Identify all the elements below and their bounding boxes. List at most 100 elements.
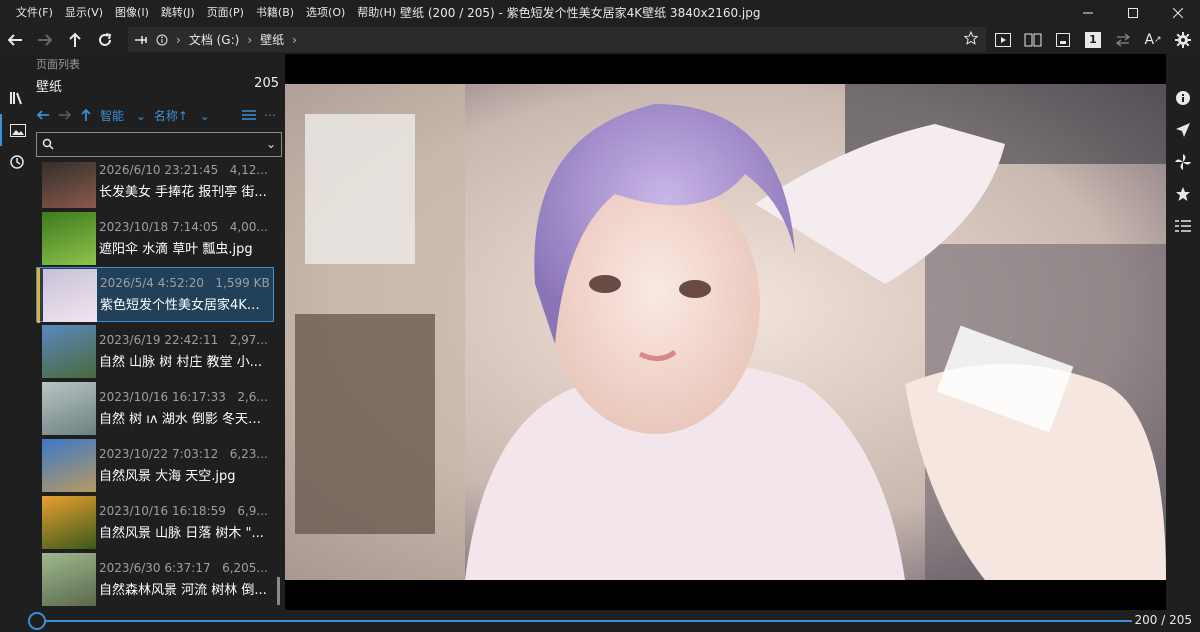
close-button[interactable]	[1155, 0, 1200, 26]
menu-options[interactable]: 选项(O)	[300, 0, 351, 26]
item-date: 2023/10/16 16:17:33 2,6...	[99, 390, 268, 404]
thumbnail	[42, 553, 96, 606]
panel-sort-dropdown[interactable]: 名称↑ ⌄	[154, 107, 210, 124]
item-date: 2026/5/4 4:52:20 1,599 KB	[100, 276, 270, 290]
item-date: 2023/6/30 6:37:17 6,205...	[99, 561, 268, 575]
list-view-icon[interactable]	[242, 110, 256, 120]
menu-view[interactable]: 显示(V)	[59, 0, 109, 26]
right-sidebar-rail	[1166, 54, 1200, 610]
settings-gear-icon[interactable]	[1168, 26, 1198, 54]
breadcrumb-folder[interactable]: 壁纸	[260, 31, 284, 48]
favorites-star-icon[interactable]	[1166, 178, 1200, 210]
back-button[interactable]	[0, 26, 30, 54]
thumbnail	[42, 325, 96, 378]
item-date: 2023/10/22 7:03:12 6,23...	[99, 447, 268, 461]
page-slider-bar: 200 / 205	[0, 610, 1200, 632]
book-view-icon[interactable]	[1018, 26, 1048, 54]
thumbnail	[42, 162, 96, 208]
thumbnail	[42, 496, 96, 549]
text-size-icon[interactable]: A ↗	[1138, 26, 1168, 54]
panel-nav-bar: 智能 ⌄ 名称↑ ⌄ ⋯	[36, 104, 284, 126]
item-name: 遮阳伞 水滴 草叶 瓢虫.jpg	[99, 242, 253, 257]
chevron-right-icon: ›	[176, 32, 181, 47]
forward-button[interactable]	[30, 26, 60, 54]
list-item[interactable]: 2023/6/19 22:42:11 2,97... 自然 山脉 树 村庄 教堂 …	[36, 324, 274, 379]
navigator-icon[interactable]	[1166, 114, 1200, 146]
thumbnail	[43, 269, 97, 322]
item-name: 自然风景 大海 天空.jpg	[99, 469, 236, 484]
sort-label: 名称↑	[153, 108, 188, 123]
item-name: 自然 山脉 树 村庄 教堂 小...	[99, 355, 263, 370]
list-item[interactable]: 2023/10/16 16:18:59 6,9... 自然风景 山脉 日落 树木 …	[36, 495, 274, 550]
chevron-right-icon[interactable]: ›	[292, 33, 297, 47]
list-item[interactable]: 2023/10/18 7:14:05 4,00... 遮阳伞 水滴 草叶 瓢虫.j…	[36, 211, 274, 266]
bookmark-star-icon[interactable]	[964, 31, 978, 45]
page-slider-thumb[interactable]	[28, 612, 46, 630]
effects-pinwheel-icon[interactable]	[1166, 146, 1200, 178]
current-page-marker	[37, 268, 40, 323]
item-date: 2026/6/10 23:21:45 4,12...	[99, 163, 268, 177]
info-icon[interactable]	[156, 34, 168, 46]
window-title: 壁纸 (200 / 205) - 紫色短发个性美女居家4K壁纸 3840x216…	[400, 6, 761, 20]
page-badge-label: 1	[1085, 32, 1101, 48]
pin-icon[interactable]	[134, 34, 148, 46]
window-controls	[1065, 0, 1200, 26]
bookshelf-icon[interactable]	[0, 82, 33, 114]
title-bar: 文件(F) 显示(V) 图像(I) 跳转(J) 页面(P) 书籍(B) 选项(O…	[0, 0, 1200, 26]
chevron-right-icon: ›	[247, 32, 253, 47]
list-item[interactable]: 2023/6/30 6:37:17 6,205... 自然森林风景 河流 树林 倒…	[36, 552, 274, 607]
text-size-label: A	[1144, 32, 1155, 48]
single-page-icon[interactable]	[1048, 26, 1078, 54]
item-date: 2023/10/16 16:18:59 6,9...	[99, 504, 268, 518]
item-name: 自然森林风景 河流 树林 倒...	[99, 583, 267, 598]
nav-mode-label: 智能	[100, 108, 125, 123]
panel-title: 页面列表	[36, 58, 80, 71]
search-icon	[42, 138, 54, 150]
search-input[interactable]: ⌄	[36, 132, 282, 157]
list-item-selected[interactable]: 2026/5/4 4:52:20 1,599 KB 紫色短发个性美女居家4K壁..…	[36, 267, 274, 323]
image-viewer[interactable]	[285, 54, 1166, 610]
list-item[interactable]: 2026/6/10 23:21:45 4,12... 长发美女 手捧花 报刊亭 街…	[36, 162, 274, 209]
up-button[interactable]	[60, 26, 90, 54]
address-bar[interactable]: › 文档 (G:) › 壁纸 ›	[128, 27, 986, 52]
thumbnail	[42, 382, 96, 435]
page-number-badge[interactable]: 1	[1078, 26, 1108, 54]
swap-direction-icon[interactable]	[1108, 26, 1138, 54]
menu-page[interactable]: 页面(P)	[201, 0, 250, 26]
page-list-icon[interactable]	[0, 114, 33, 146]
page-list: 2026/6/10 23:21:45 4,12... 长发美女 手捧花 报刊亭 街…	[36, 162, 282, 610]
maximize-button[interactable]	[1110, 0, 1155, 26]
more-options-icon[interactable]: ⋯	[264, 108, 276, 122]
playlist-icon[interactable]	[1166, 210, 1200, 242]
chevron-down-icon[interactable]: ⌄	[266, 137, 276, 151]
history-icon[interactable]	[0, 146, 33, 178]
refresh-button[interactable]	[90, 26, 120, 54]
panel-forward-icon[interactable]	[58, 109, 72, 121]
list-item[interactable]: 2023/10/16 16:17:33 2,6... 自然 树 ıʌ 湖水 倒影 …	[36, 381, 274, 436]
list-item[interactable]: 2023/10/22 7:03:12 6,23... 自然风景 大海 天空.jpg	[36, 438, 274, 493]
info-panel-icon[interactable]	[1166, 82, 1200, 114]
page-indicator: 200 / 205	[1134, 613, 1192, 627]
breadcrumb-drive[interactable]: 文档 (G:)	[189, 31, 240, 48]
thumbnail	[42, 212, 96, 265]
panel-up-icon[interactable]	[80, 108, 92, 122]
menu-image[interactable]: 图像(I)	[109, 0, 155, 26]
view-toolbar: 1 A ↗	[988, 26, 1198, 54]
menu-book[interactable]: 书籍(B)	[250, 0, 300, 26]
thumbnail	[42, 439, 96, 492]
item-name: 自然 树 ıʌ 湖水 倒影 冬天风...	[99, 412, 271, 427]
panel-nav-mode[interactable]: 智能 ⌄	[100, 107, 146, 124]
item-name: 自然风景 山脉 日落 树木 "...	[99, 526, 264, 541]
menu-bar: 文件(F) 显示(V) 图像(I) 跳转(J) 页面(P) 书籍(B) 选项(O…	[0, 0, 402, 26]
list-scrollbar[interactable]	[277, 577, 280, 605]
item-name: 长发美女 手捧花 报刊亭 街...	[99, 185, 267, 200]
main-image[interactable]	[285, 84, 1166, 580]
slideshow-icon[interactable]	[988, 26, 1018, 54]
menu-file[interactable]: 文件(F)	[10, 0, 59, 26]
menu-jump[interactable]: 跳转(J)	[155, 0, 201, 26]
item-name: 紫色短发个性美女居家4K壁...	[100, 298, 272, 313]
page-slider-track[interactable]	[38, 620, 1132, 622]
panel-back-icon[interactable]	[36, 109, 50, 121]
menu-help[interactable]: 帮助(H)	[351, 0, 402, 26]
minimize-button[interactable]	[1065, 0, 1110, 26]
